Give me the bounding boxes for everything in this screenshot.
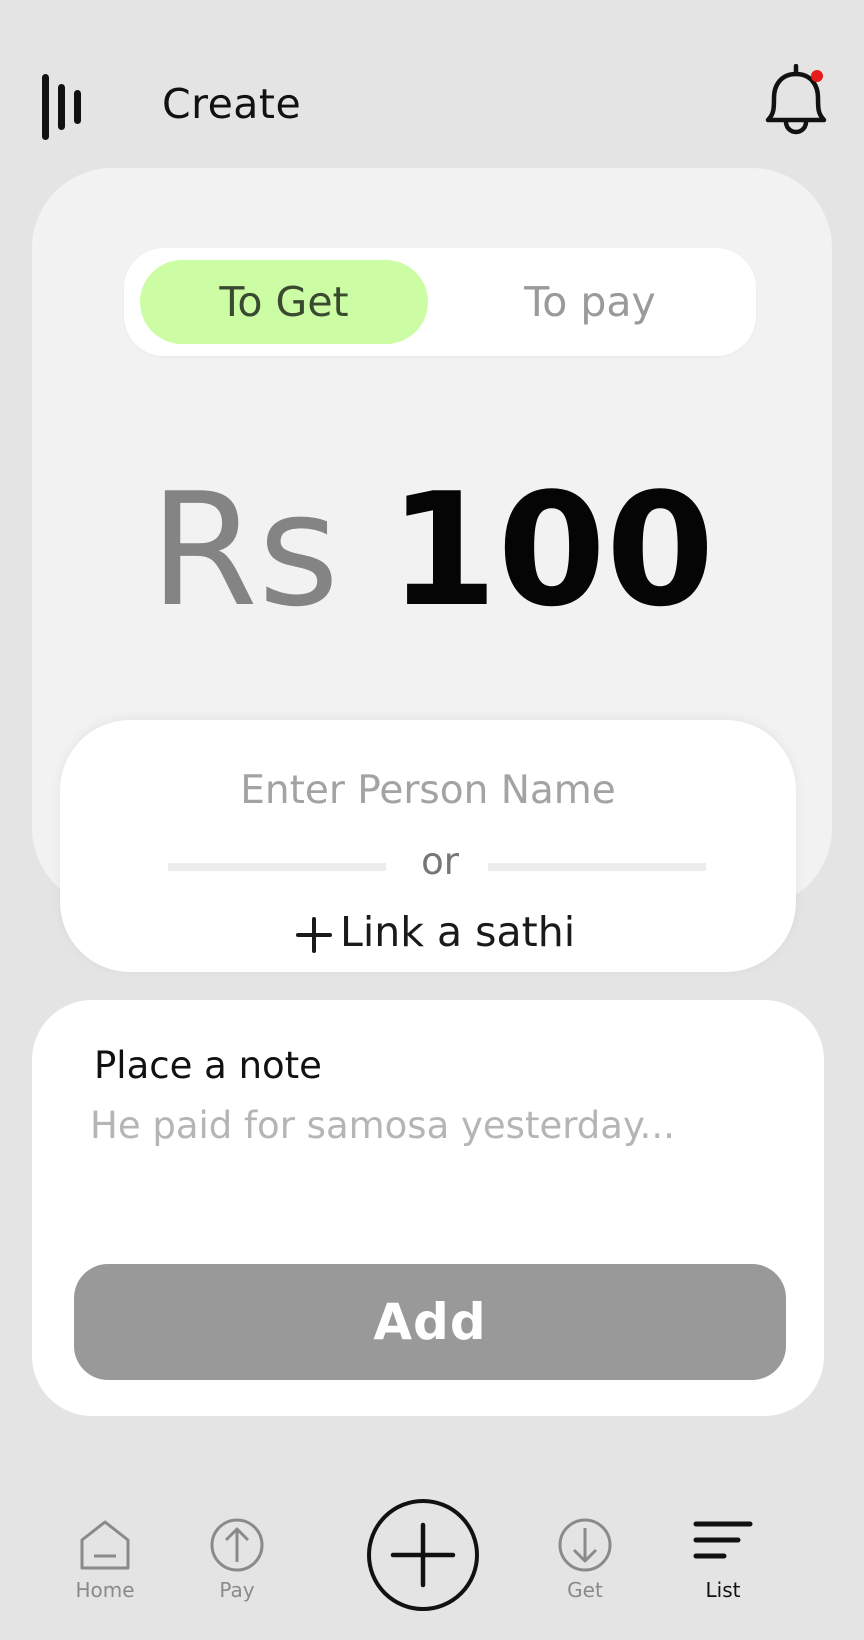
- home-icon: [80, 1520, 130, 1570]
- nav-pay-label: Pay: [219, 1578, 255, 1602]
- note-label: Place a note: [94, 1044, 322, 1087]
- nav-home-label: Home: [75, 1578, 135, 1602]
- divider-right: [488, 863, 706, 871]
- currency-label: Rs: [149, 459, 340, 641]
- amount-value: 100: [388, 459, 715, 641]
- add-button[interactable]: Add: [74, 1264, 786, 1380]
- nav-home[interactable]: Home: [50, 1516, 160, 1616]
- plus-circle-icon[interactable]: [366, 1498, 480, 1612]
- to-get-tab[interactable]: To Get: [140, 260, 428, 344]
- arrow-down-circle-icon: [558, 1518, 612, 1572]
- nav-get[interactable]: Get: [530, 1516, 640, 1616]
- amount-display[interactable]: Rs 100: [0, 470, 864, 630]
- to-pay-tab[interactable]: To pay: [440, 260, 740, 344]
- link-sathi-button[interactable]: Link a sathi: [296, 904, 575, 960]
- menu-icon[interactable]: [42, 74, 86, 140]
- nav-get-label: Get: [567, 1578, 603, 1602]
- divider-left: [168, 863, 386, 871]
- nav-pay[interactable]: Pay: [182, 1516, 292, 1616]
- arrow-up-circle-icon: [210, 1518, 264, 1572]
- page-title: Create: [162, 80, 302, 128]
- notification-dot: [811, 70, 823, 82]
- person-name-input[interactable]: [60, 768, 796, 813]
- list-icon: [693, 1521, 753, 1559]
- nav-list[interactable]: List: [668, 1516, 778, 1616]
- note-input[interactable]: [90, 1104, 790, 1147]
- link-sathi-label: Link a sathi: [340, 908, 576, 956]
- plus-icon: [296, 917, 332, 953]
- notification-bell-icon[interactable]: [760, 64, 830, 140]
- or-label: or: [421, 840, 459, 883]
- nav-list-label: List: [705, 1578, 741, 1602]
